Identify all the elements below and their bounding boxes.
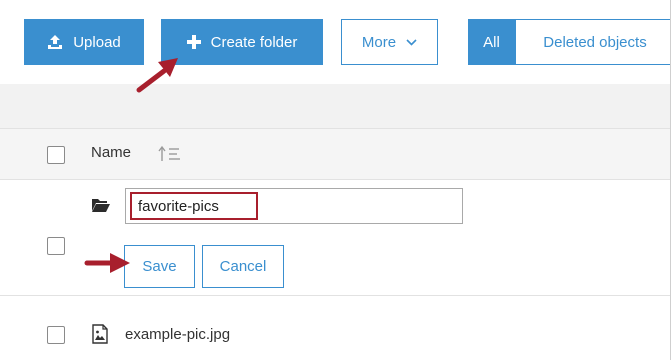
- cancel-label: Cancel: [219, 258, 267, 275]
- cancel-button[interactable]: Cancel: [202, 245, 284, 288]
- plus-icon: [186, 35, 201, 49]
- new-folder-row: Save Cancel: [0, 180, 670, 296]
- save-button[interactable]: Save: [124, 245, 195, 288]
- table-header: Name: [0, 128, 670, 180]
- select-all-checkbox[interactable]: [47, 146, 65, 164]
- deleted-objects-label: Deleted objects: [543, 33, 647, 51]
- more-dropdown-button[interactable]: More: [341, 19, 438, 65]
- create-folder-button[interactable]: Create folder: [161, 19, 323, 65]
- row-checkbox[interactable]: [47, 326, 65, 344]
- sort-ascending-icon[interactable]: [157, 143, 187, 165]
- save-label: Save: [142, 258, 177, 275]
- filter-deleted-objects-button[interactable]: Deleted objects: [515, 19, 670, 65]
- upload-icon: [47, 34, 63, 50]
- folder-name-field: [125, 188, 463, 224]
- name-column-header[interactable]: Name: [91, 144, 131, 161]
- table-row[interactable]: example-pic.jpg: [0, 296, 670, 360]
- row-checkbox[interactable]: [47, 237, 65, 255]
- folder-name-input[interactable]: [130, 192, 258, 220]
- upload-label: Upload: [73, 33, 121, 51]
- filter-all-button[interactable]: All: [468, 19, 515, 65]
- image-file-icon: [91, 324, 109, 344]
- folder-open-icon: [91, 197, 111, 213]
- toolbar: Upload Create folder More All Deleted ob…: [0, 0, 670, 84]
- cutoff-icon-strip: [0, 353, 670, 360]
- file-browser: Upload Create folder More All Deleted ob…: [0, 0, 671, 360]
- create-folder-label: Create folder: [210, 33, 298, 51]
- chevron-down-icon: [406, 38, 417, 46]
- upload-button[interactable]: Upload: [24, 19, 144, 65]
- all-label: All: [483, 33, 500, 51]
- breadcrumb-bar: [0, 84, 670, 128]
- file-name[interactable]: example-pic.jpg: [125, 326, 230, 343]
- more-label: More: [361, 33, 397, 51]
